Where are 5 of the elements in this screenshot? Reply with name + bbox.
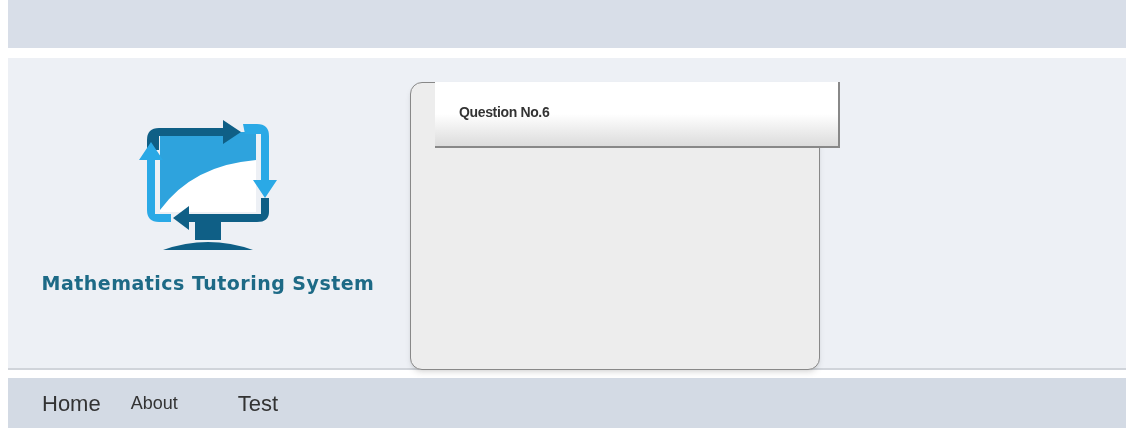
nav-link[interactable]: About <box>130 389 178 417</box>
nav-link[interactable]: Home <box>42 386 101 420</box>
nav-link[interactable]: Test <box>237 386 279 420</box>
question-title: Question No.6 <box>459 104 550 120</box>
logo-title: Mathematics Tutoring System <box>41 271 375 296</box>
